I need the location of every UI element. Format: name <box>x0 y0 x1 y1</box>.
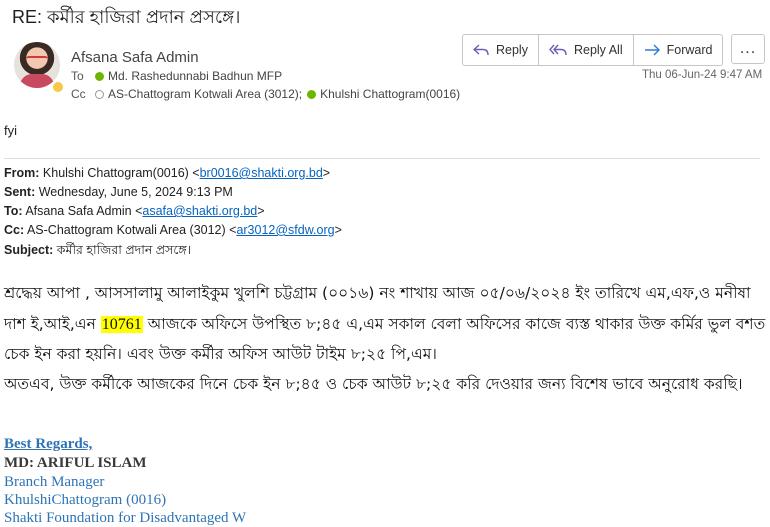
cc-recipient-2[interactable]: Khulshi Chattogram(0016) <box>320 87 460 101</box>
presence-available-icon <box>307 89 317 99</box>
to-row: To Md. Rashedunnabi Badhun MFP <box>71 69 282 83</box>
presence-away-icon <box>51 80 65 94</box>
to-email-link[interactable]: asafa@shakti.org.bd <box>142 204 257 218</box>
cc-row: Cc AS-Chattogram Kotwali Area (3012); Kh… <box>71 87 460 101</box>
signature-title: Branch Manager <box>4 474 105 490</box>
reply-all-button[interactable]: Reply All <box>539 35 634 65</box>
signature-branch: KhulshiChattogram (0016) <box>4 492 167 508</box>
presence-available-icon <box>95 71 104 81</box>
forward-icon <box>644 44 660 56</box>
cc-recipient-1[interactable]: AS-Chattogram Kotwali Area (3012); <box>108 87 302 101</box>
more-actions-button[interactable]: ... <box>731 34 765 64</box>
from-email-link[interactable]: br0016@shakti.org.bd <box>200 166 323 180</box>
reply-button[interactable]: Reply <box>463 35 539 65</box>
forward-button[interactable]: Forward <box>634 35 723 65</box>
signature-regards[interactable]: Best Regards, <box>4 436 92 453</box>
quoted-sent: Sent: Wednesday, June 5, 2024 9:13 PM <box>4 185 233 199</box>
to-recipient[interactable]: Md. Rashedunnabi Badhun MFP <box>108 69 282 83</box>
received-date: Thu 06-Jun-24 9:47 AM <box>642 69 763 81</box>
quoted-to: To: Afsana Safa Admin <asafa@shakti.org.… <box>4 204 265 218</box>
quoted-from: From: Khulshi Chattogram(0016) <br0016@s… <box>4 166 331 180</box>
body-paragraph-line: শ্রদ্ধেয় আপা , আসসালামু আলাইকুম খুলশি চ… <box>4 284 751 302</box>
reply-all-icon <box>549 44 567 56</box>
to-label: To <box>71 69 84 83</box>
sender-name[interactable]: Afsana Safa Admin <box>71 49 199 66</box>
signature-org: Shakti Foundation for Disadvantaged W <box>4 510 247 526</box>
body-paragraph-line: দাশ ই,আই,এন 10761 আজকে অফিসে উপস্থিত ৮;৪… <box>4 315 766 333</box>
presence-offline-icon <box>95 89 104 99</box>
quoted-subject: Subject: কর্মীর হাজিরা প্রদান প্রসঙ্গে। <box>4 243 192 257</box>
quote-divider <box>4 158 760 159</box>
cc-label: Cc <box>71 87 86 101</box>
email-subject: RE: কর্মীর হাজিরা প্রদান প্রসঙ্গে। <box>12 7 241 27</box>
body-paragraph-line: অতএব, উক্ত কর্মীকে আজকের দিনে চেক ইন ৮;৪… <box>4 375 743 393</box>
body-paragraph-line: চেক ইন করা হয়নি। এবং উক্ত কর্মীর অফিস আ… <box>4 345 437 363</box>
cc-email-link[interactable]: ar3012@sfdw.org <box>236 223 334 237</box>
highlighted-id: 10761 <box>100 316 143 333</box>
reply-icon <box>473 44 489 56</box>
reply-body-text: fyi <box>4 123 17 138</box>
message-actions: Reply Reply All Forward <box>462 34 724 66</box>
quoted-cc: Cc: AS-Chattogram Kotwali Area (3012) <a… <box>4 223 342 237</box>
signature-name: MD: ARIFUL ISLAM <box>4 455 147 471</box>
